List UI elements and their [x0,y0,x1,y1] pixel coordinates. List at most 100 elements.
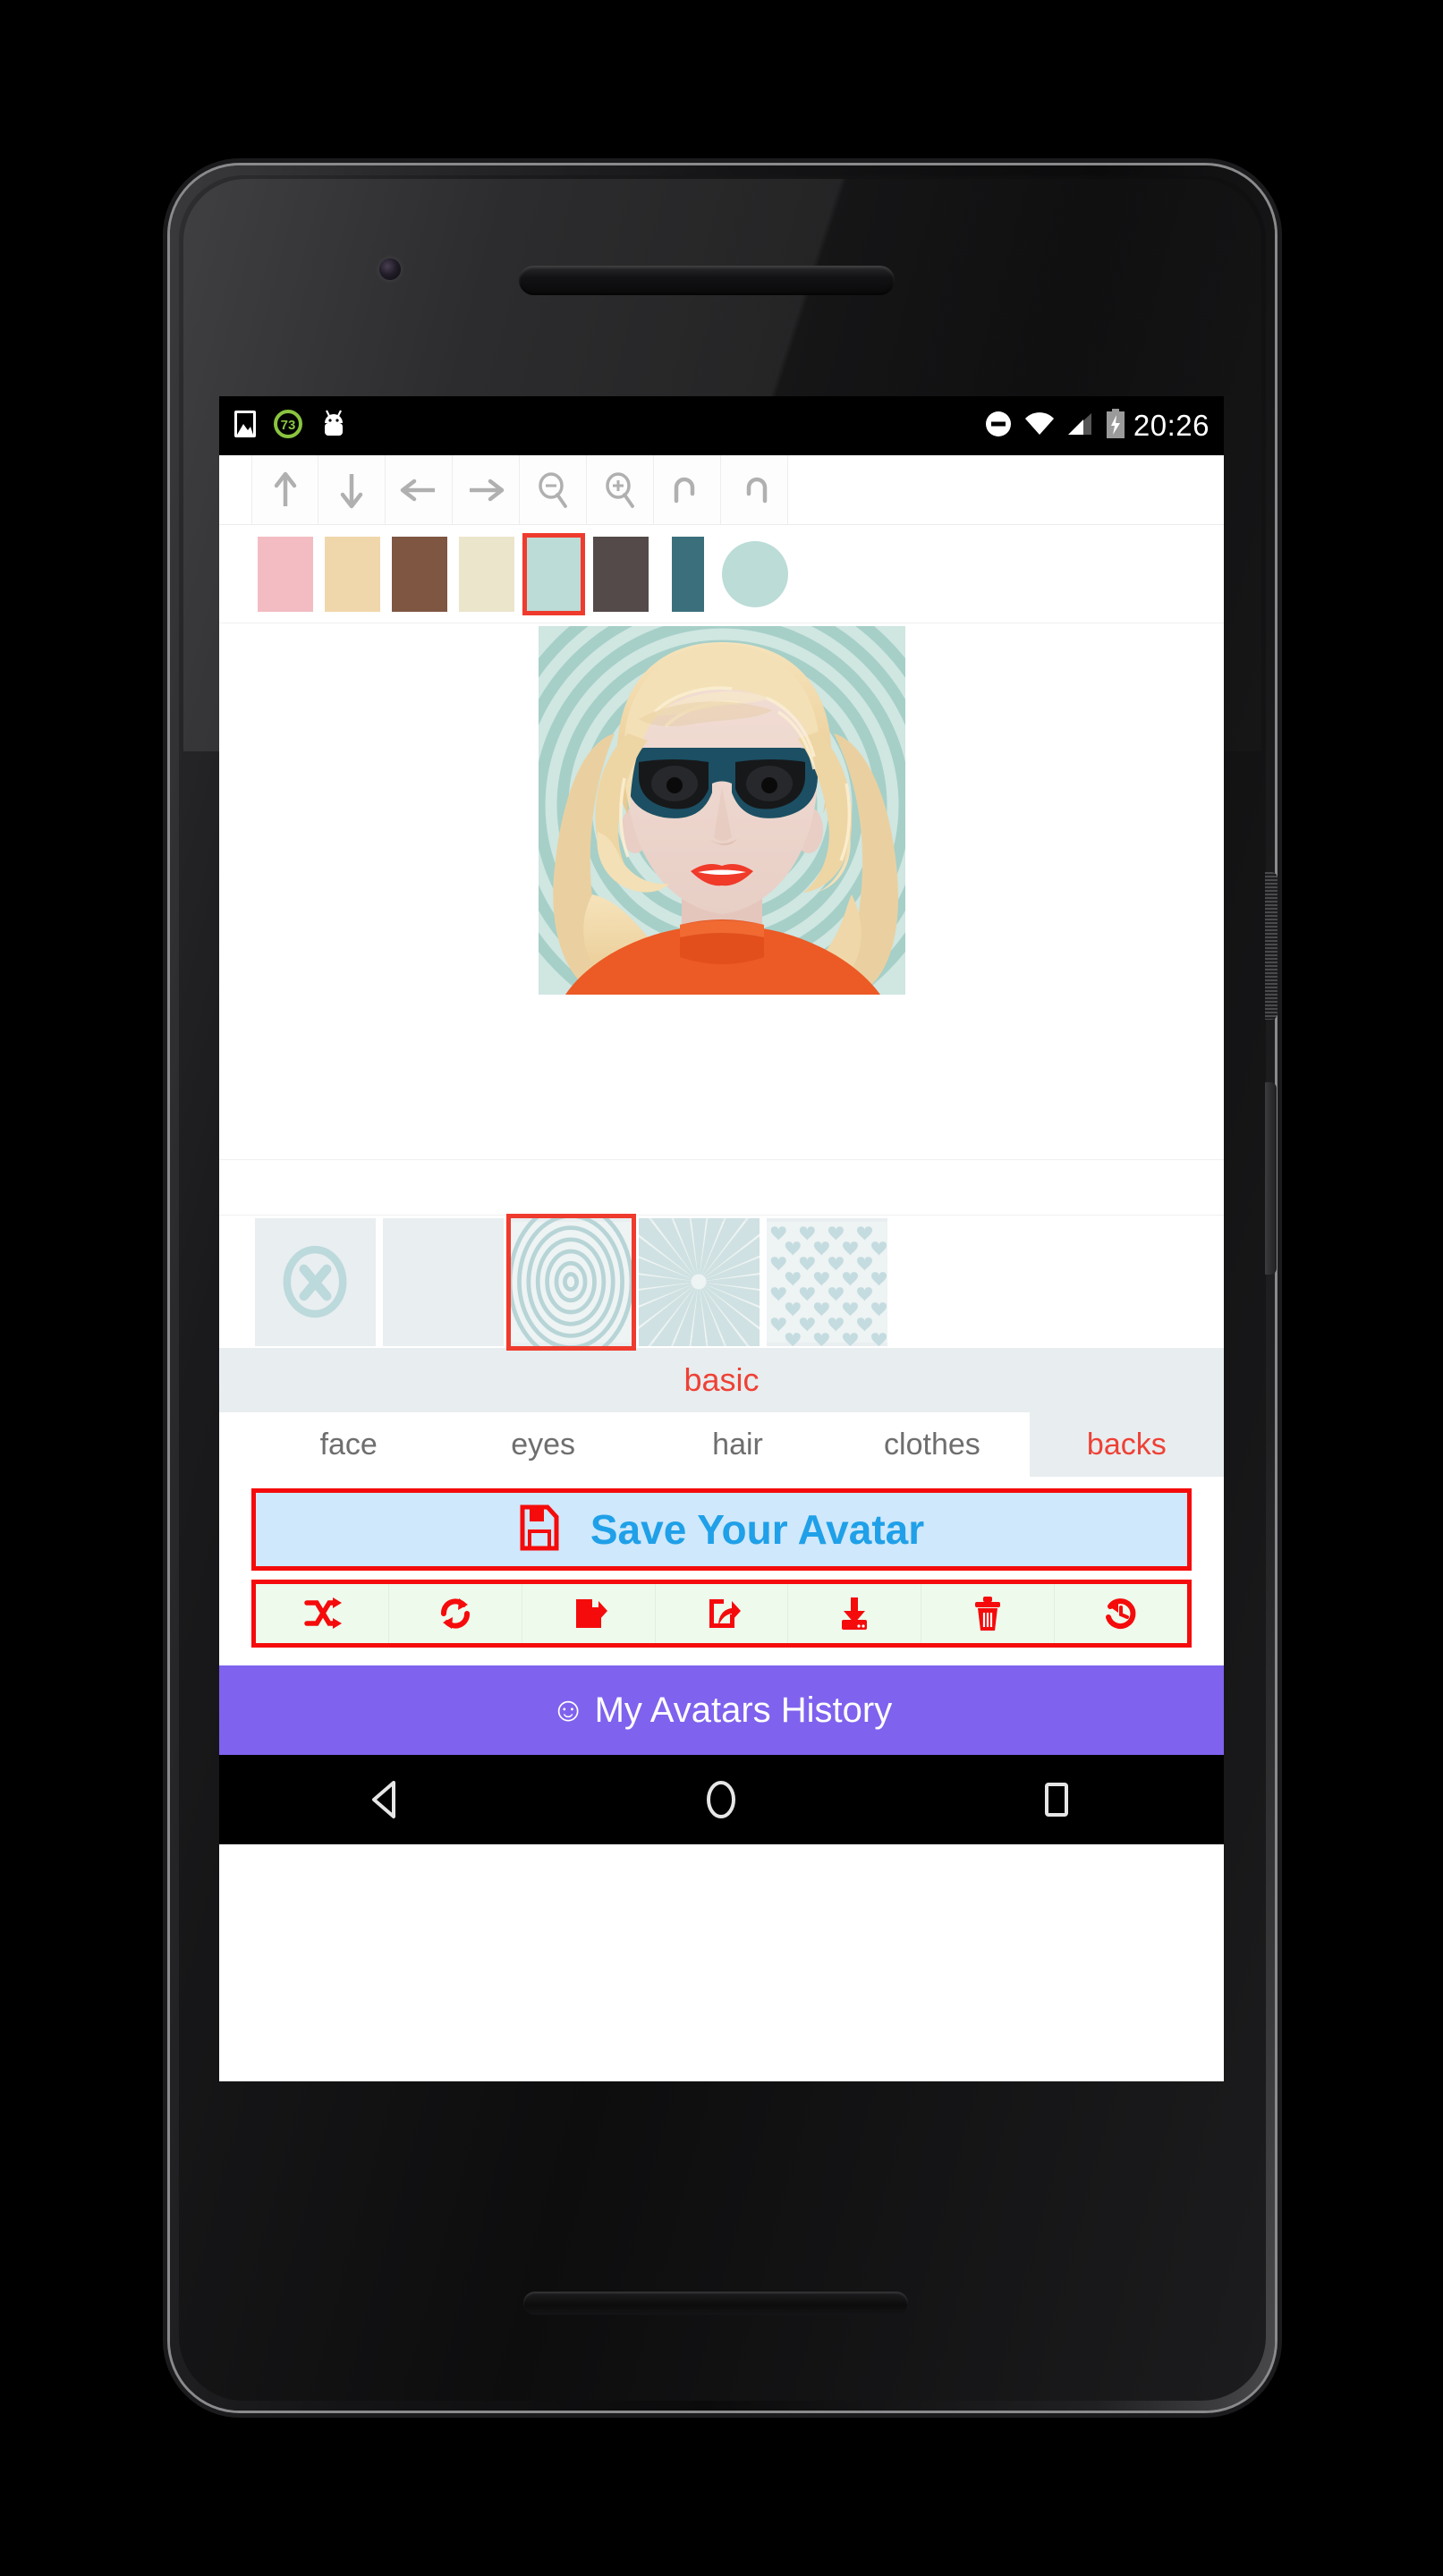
undo-button[interactable] [654,455,721,524]
earpiece-speaker [519,266,895,295]
action-row[interactable] [251,1580,1192,1648]
share-outline-button[interactable] [656,1584,789,1643]
share-filled-icon [575,1599,607,1628]
thumbnail-cell[interactable] [251,1217,379,1346]
arrow-down-icon [340,473,363,508]
background-rays-thumb[interactable] [639,1217,760,1346]
save-button-label: Save Your Avatar [590,1506,925,1553]
move-right-button[interactable] [453,455,520,524]
swatch-brown[interactable] [391,536,447,612]
shuffle-button[interactable] [256,1584,389,1643]
randomize-button[interactable] [389,1584,522,1643]
undo-icon [674,477,695,503]
background-rings-thumb-selected[interactable] [506,1213,636,1351]
battery-saver-73-icon: 73 [273,409,303,444]
magnifier-plus-icon [606,471,634,508]
redo-button[interactable] [721,455,788,524]
tab-face[interactable]: face [251,1412,446,1477]
battery-charging-icon [1105,408,1126,444]
zoom-in-button[interactable] [587,455,654,524]
move-up-button[interactable] [251,455,318,524]
category-bar[interactable]: basic [219,1348,1224,1412]
circle-x-icon [283,1245,347,1318]
floppy-disk-icon [519,1504,560,1555]
thumbnail-cell[interactable] [763,1217,891,1346]
svg-text:73: 73 [281,418,296,433]
nav-back-button[interactable] [333,1779,440,1820]
tab-eyes[interactable]: eyes [446,1412,641,1477]
image-icon [233,410,257,443]
save-avatar-button[interactable]: Save Your Avatar [251,1488,1192,1571]
swatch-cream[interactable] [458,536,514,612]
volume-button[interactable] [1265,1082,1277,1275]
thumbnail-cell[interactable] [506,1213,636,1351]
history-restore-icon [1106,1598,1136,1630]
background-thumbnail-row[interactable] [219,1213,1224,1351]
move-left-button[interactable] [386,455,453,524]
tab-clothes[interactable]: clothes [835,1412,1030,1477]
trash-icon [975,1597,1001,1631]
concentric-rings-icon [511,1217,632,1346]
recents-square-icon [1044,1783,1068,1817]
color-swatch-cell[interactable] [318,525,386,623]
color-palette-row[interactable] [219,525,1224,623]
reset-button[interactable] [1055,1584,1187,1643]
front-camera-icon [379,258,401,280]
current-color-preview [721,540,788,607]
swatch-teal[interactable] [671,536,704,612]
avatar-artwork [538,626,905,995]
tab-backs[interactable]: backs [1029,1412,1224,1477]
tab-bar[interactable]: face eyes hair clothes backs [219,1412,1224,1477]
download-icon [842,1597,868,1630]
color-swatch-cell[interactable] [386,525,453,623]
color-swatch-cell[interactable] [587,525,654,623]
share-outline-icon [709,1599,741,1628]
arrow-left-icon [400,479,435,501]
background-none-thumb[interactable] [255,1217,376,1346]
move-down-button[interactable] [318,455,386,524]
color-swatch-cell[interactable] [520,525,587,623]
nav-recents-button[interactable] [1003,1778,1110,1821]
current-color-preview-cell [721,525,788,623]
background-solid-thumb[interactable] [383,1217,504,1346]
magnifier-minus-icon [539,471,567,508]
swatch-tan[interactable] [324,536,380,612]
avatar-preview-stage [219,623,1224,1160]
download-button[interactable] [788,1584,922,1643]
save-button-wrapper: Save Your Avatar [219,1477,1224,1571]
refresh-icon [440,1598,470,1629]
do-not-disturb-icon [984,410,1013,443]
sunburst-rays-icon [639,1217,760,1346]
android-robot-icon [319,409,348,444]
color-swatch-cell[interactable] [453,525,520,623]
color-swatch-cell[interactable] [251,525,318,623]
bottom-speaker [523,2292,908,2315]
my-avatars-history-button[interactable]: ☺ My Avatars History [219,1665,1224,1755]
share-button[interactable] [522,1584,656,1643]
swatch-light-teal-selected[interactable] [522,532,585,615]
history-banner-wrapper: ☺ My Avatars History [219,1648,1224,1755]
cell-signal-icon [1066,411,1093,441]
status-bar: 73 20:26 [219,396,1224,455]
power-button[interactable] [1265,872,1277,1020]
background-hearts-thumb[interactable] [767,1217,887,1346]
shuffle-icon [304,1597,342,1629]
status-bar-clock: 20:26 [1133,409,1210,442]
swatch-dark-gray[interactable] [592,536,649,612]
history-banner-label: My Avatars History [594,1690,893,1730]
delete-button[interactable] [921,1584,1056,1643]
thumbnail-cell[interactable] [379,1217,507,1346]
phone-screen: 73 20:26 basic face eyes hair clothes ba… [219,396,1224,2081]
color-swatch-cell[interactable] [654,525,721,623]
thumbnail-cell[interactable] [635,1217,763,1346]
tab-hair[interactable]: hair [640,1412,836,1477]
hearts-pattern-icon [767,1221,887,1346]
nav-home-button[interactable] [667,1777,775,1822]
back-triangle-icon [372,1781,396,1818]
action-row-wrapper [219,1571,1224,1648]
swatch-pink[interactable] [257,536,313,612]
home-circle-icon [707,1781,736,1818]
android-nav-bar[interactable] [219,1755,1224,1844]
avatar-canvas[interactable] [538,626,905,995]
zoom-out-button[interactable] [520,455,587,524]
